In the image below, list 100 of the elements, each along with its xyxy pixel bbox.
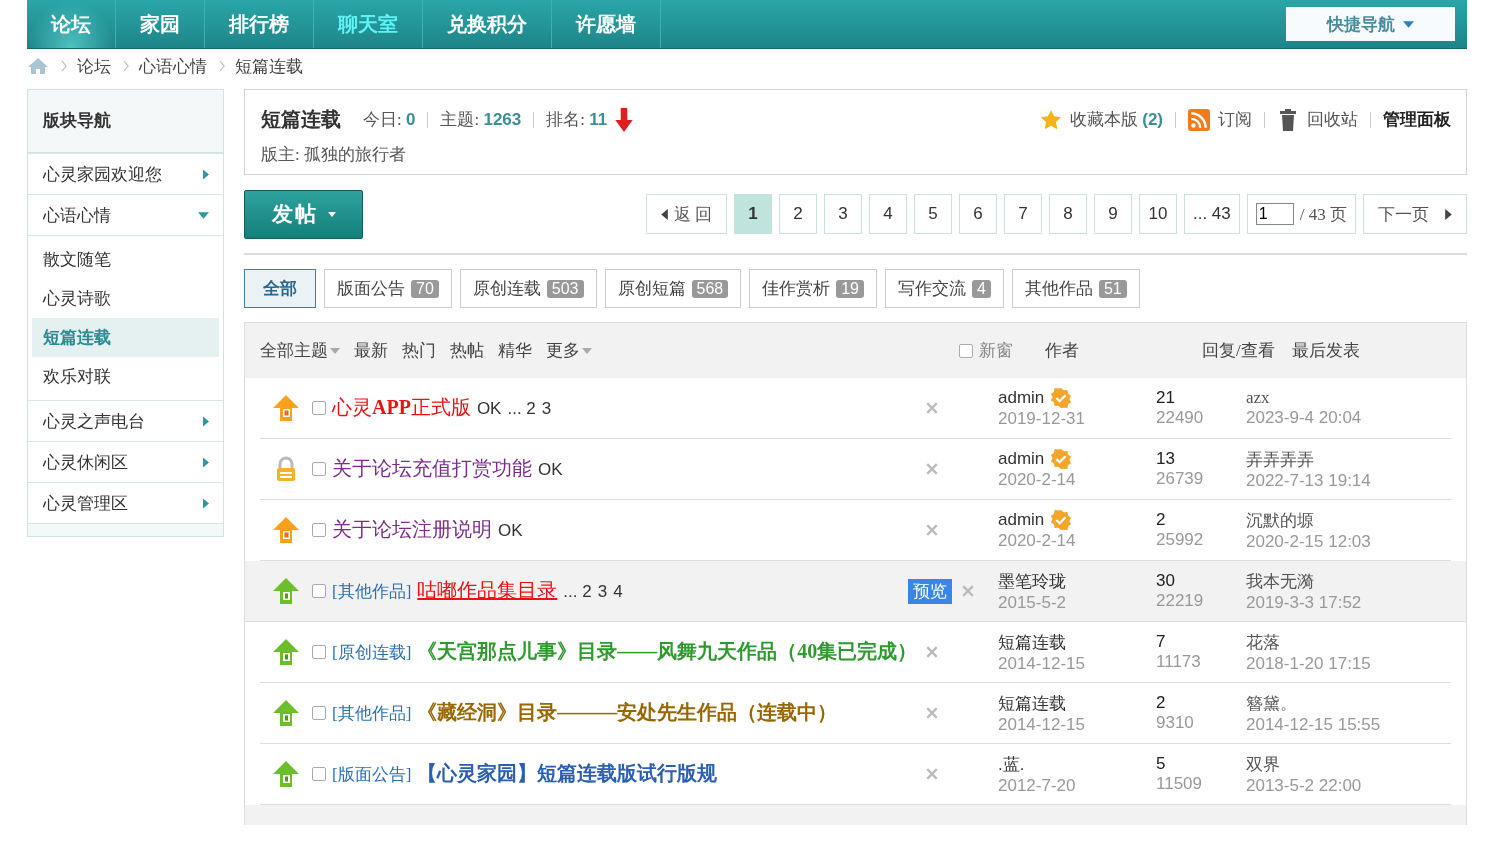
page-link[interactable]: 4: [613, 576, 623, 607]
page-link[interactable]: ... 2: [507, 393, 536, 424]
sidebar-subitem[interactable]: 欢乐对联: [32, 357, 219, 396]
last-poster-name[interactable]: 沉默的塬: [1246, 510, 1314, 530]
back-button[interactable]: 返 回: [645, 194, 727, 234]
new-post-button[interactable]: 发帖: [244, 189, 363, 239]
category-tab[interactable]: 原创短篇 568: [604, 269, 742, 308]
page-button[interactable]: 6: [958, 194, 997, 234]
author-name[interactable]: 短篇连载: [998, 630, 1066, 654]
author-name[interactable]: admin: [998, 388, 1045, 408]
row-checkbox[interactable]: [312, 523, 326, 537]
breadcrumb-link[interactable]: 短篇连载: [235, 54, 303, 78]
author-name[interactable]: .蓝.: [998, 752, 1025, 776]
forum-stat: 今日: 0: [363, 109, 416, 131]
sidebar-item[interactable]: 心语心情: [28, 195, 223, 236]
filter-link[interactable]: 热门: [402, 339, 436, 362]
thread-title-link[interactable]: 《藏经洞》目录———安处先生作品（连载中）: [417, 697, 838, 728]
last-poster-name[interactable]: 我本无漪: [1246, 571, 1314, 591]
quick-nav-button[interactable]: 快捷导航: [1286, 7, 1455, 41]
row-checkbox[interactable]: [312, 645, 326, 659]
last-poster-name[interactable]: 双界: [1246, 754, 1280, 774]
row-checkbox[interactable]: [312, 584, 326, 598]
thread-title-link[interactable]: 咕嘟作品集目录: [417, 575, 558, 606]
page-button[interactable]: ... 43: [1183, 194, 1240, 234]
home-icon[interactable]: [27, 57, 49, 75]
close-icon[interactable]: [926, 524, 938, 536]
row-checkbox[interactable]: [312, 462, 326, 476]
category-link[interactable]: [版面公告]: [332, 759, 412, 790]
page-button[interactable]: 1: [733, 194, 772, 234]
category-tab[interactable]: 原创连载 503: [459, 269, 597, 308]
breadcrumb-link[interactable]: 论坛: [77, 54, 111, 78]
row-checkbox[interactable]: [312, 401, 326, 415]
close-icon[interactable]: [926, 402, 938, 414]
moderator-text: 版主: 孤独的旅行者: [261, 144, 407, 166]
category-tab[interactable]: 写作交流 4: [885, 269, 1004, 308]
last-poster-name[interactable]: 弄弄弄弄: [1246, 449, 1314, 469]
category-link[interactable]: [原创连载]: [332, 637, 412, 668]
sidebar-subitem[interactable]: 散文随笔: [32, 240, 219, 279]
right-triangle-icon: [1445, 208, 1452, 220]
breadcrumb-link[interactable]: 心语心情: [139, 54, 207, 78]
page-button[interactable]: 4: [868, 194, 907, 234]
thread-title-link[interactable]: 【心灵家园】短篇连载版试行版规: [417, 758, 718, 789]
category-tab[interactable]: 佳作赏析 19: [749, 269, 877, 308]
category-link[interactable]: [其他作品]: [332, 576, 412, 607]
filter-link[interactable]: 最新: [354, 339, 388, 362]
last-poster-name[interactable]: azx: [1246, 388, 1270, 407]
page-button[interactable]: 9: [1093, 194, 1132, 234]
filter-link[interactable]: 热帖: [450, 339, 484, 362]
close-icon[interactable]: [926, 646, 938, 658]
page-link[interactable]: ... 2: [563, 576, 592, 607]
page-button[interactable]: 10: [1138, 194, 1177, 234]
nav-tab[interactable]: 许愿墙: [552, 0, 661, 48]
category-link[interactable]: [其他作品]: [332, 698, 412, 729]
filter-link[interactable]: 全部主题: [260, 339, 340, 362]
category-tab[interactable]: 版面公告 70: [324, 269, 452, 308]
row-checkbox[interactable]: [312, 706, 326, 720]
page-button[interactable]: 8: [1048, 194, 1087, 234]
total-pages-text: / 43 页: [1299, 203, 1347, 226]
preview-button[interactable]: 预览: [908, 578, 952, 604]
nav-tab[interactable]: 排行榜: [205, 0, 314, 48]
category-tab[interactable]: 全部: [244, 269, 316, 308]
thread-title-link[interactable]: 关于论坛注册说明: [332, 514, 492, 545]
close-icon[interactable]: [926, 463, 938, 475]
last-poster-name[interactable]: 簪黛。: [1246, 693, 1297, 713]
row-checkbox[interactable]: [312, 767, 326, 781]
next-page-button[interactable]: 下一页: [1363, 194, 1467, 234]
page-link[interactable]: 3: [597, 576, 608, 607]
page-button[interactable]: 5: [913, 194, 952, 234]
chevron-icon: [123, 60, 129, 72]
page-button[interactable]: 7: [1003, 194, 1042, 234]
sidebar-item[interactable]: 心灵家园欢迎您: [28, 153, 223, 195]
nav-tab[interactable]: 家园: [116, 0, 205, 48]
view-count: 11173: [1156, 652, 1202, 672]
author-name[interactable]: admin: [998, 449, 1045, 469]
favorite-link[interactable]: 收藏本版 (2): [1069, 108, 1163, 131]
page-button[interactable]: 2: [778, 194, 817, 234]
filter-link[interactable]: 更多: [546, 339, 592, 362]
thread-title-link[interactable]: 关于论坛充值打赏功能: [332, 453, 532, 484]
page-button[interactable]: 3: [823, 194, 862, 234]
close-icon[interactable]: [926, 768, 938, 780]
author-name[interactable]: 短篇连载: [998, 691, 1066, 715]
last-poster-name[interactable]: 花落: [1246, 632, 1280, 652]
page-number-field[interactable]: 1: [1255, 203, 1294, 225]
close-icon[interactable]: [926, 707, 938, 719]
category-tab[interactable]: 其他作品 51: [1011, 269, 1140, 308]
thread-title-link[interactable]: 心灵APP正式版: [332, 392, 471, 423]
author-name[interactable]: 墨笔玲珑: [998, 569, 1066, 593]
author-name[interactable]: admin: [998, 510, 1045, 530]
sidebar-item[interactable]: 心灵管理区: [28, 483, 223, 524]
recycle-bin-link[interactable]: 回收站: [1307, 108, 1358, 131]
close-icon[interactable]: [962, 585, 974, 597]
subscribe-link[interactable]: 订阅: [1218, 108, 1252, 131]
sidebar-item[interactable]: 心灵休闲区: [28, 442, 223, 483]
sidebar-subitem[interactable]: 心灵诗歌: [32, 279, 219, 318]
thread-title-link[interactable]: 《天宫那点儿事》目录——风舞九天作品（40集已完成）: [417, 636, 918, 667]
admin-panel-link[interactable]: 管理面板: [1383, 108, 1451, 131]
sidebar-item[interactable]: 心灵之声电台: [28, 401, 223, 442]
nav-tab[interactable]: 兑换积分: [423, 0, 552, 48]
filter-link[interactable]: 精华: [498, 339, 532, 362]
page-link[interactable]: 3: [541, 393, 552, 424]
